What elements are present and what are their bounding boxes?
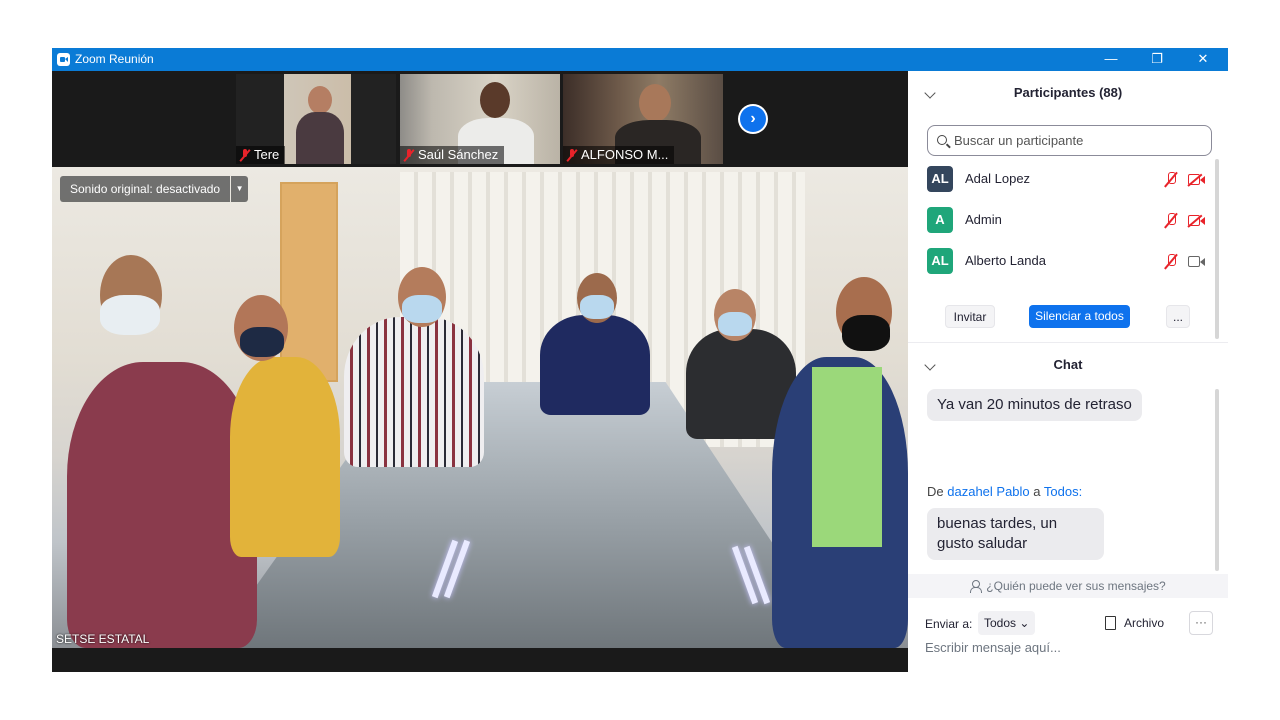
video-off-icon[interactable]	[1187, 214, 1205, 228]
participant-row[interactable]: A Admin	[927, 207, 1212, 233]
restore-button[interactable]: ❐	[1134, 48, 1180, 71]
invite-button[interactable]: Invitar	[945, 305, 995, 328]
search-icon	[937, 135, 947, 145]
chat-sender-line: De dazahel Pablo a Todos:	[927, 484, 1082, 499]
participant-body	[296, 112, 344, 164]
thumbnail-name: Saúl Sánchez	[400, 146, 505, 164]
window-title: Zoom Reunión	[75, 52, 154, 66]
chat-more-button[interactable]: ···	[1189, 611, 1213, 635]
thumbnail-name: Tere	[236, 146, 286, 164]
recipient-link[interactable]: Todos:	[1044, 484, 1082, 499]
participant-face	[308, 86, 332, 114]
video-on-icon[interactable]	[1188, 256, 1205, 268]
more-options-button[interactable]: ...	[1166, 305, 1190, 328]
thumbnail-name-text: Tere	[254, 147, 280, 162]
person	[67, 362, 257, 648]
participant-search-input[interactable]: Buscar un participante	[927, 125, 1212, 156]
chat-scrollbar[interactable]	[1215, 389, 1219, 571]
door	[280, 182, 338, 382]
send-row: Enviar a: Todos ⌄ Archivo ···	[925, 611, 1215, 635]
speaker-name-label: SETSE ESTATAL	[56, 632, 150, 646]
face-mask	[718, 312, 752, 336]
mic-muted-icon	[404, 149, 414, 161]
face-mask	[402, 295, 442, 323]
file-button[interactable]: Archivo	[1105, 611, 1164, 635]
file-label: Archivo	[1124, 616, 1165, 630]
mic-muted-icon[interactable]	[1164, 254, 1178, 270]
chevron-right-icon: ›	[740, 106, 766, 132]
participants-header: Participantes (88)	[1013, 85, 1123, 100]
side-panel: Participantes (88) Buscar un participant…	[908, 71, 1228, 672]
face-mask	[580, 295, 614, 319]
face-mask	[100, 295, 160, 335]
mute-all-button[interactable]: Silenciar a todos	[1029, 305, 1130, 328]
participant-name: Admin	[965, 212, 1002, 227]
visibility-text: ¿Quién puede ver sus mensajes?	[986, 579, 1166, 593]
video-bottom-bar	[52, 648, 908, 672]
face-mask	[842, 315, 890, 351]
video-thumbnail[interactable]: Saúl Sánchez	[400, 74, 560, 164]
mic-muted-icon	[240, 149, 250, 161]
close-button[interactable]: ✕	[1180, 48, 1226, 71]
sender-name-link[interactable]: dazahel Pablo	[947, 484, 1029, 499]
chat-message: buenas tardes, un gusto saludar	[927, 508, 1104, 560]
thumbnail-name-text: ALFONSO M...	[581, 147, 669, 162]
person-info-icon	[970, 580, 983, 593]
from-prefix: De	[927, 484, 944, 499]
file-icon	[1105, 616, 1116, 630]
mic-muted-icon	[567, 149, 577, 161]
participant-face	[480, 82, 510, 118]
avatar: AL	[927, 166, 953, 192]
person	[230, 357, 340, 557]
participant-row[interactable]: AL Adal Lopez	[927, 166, 1212, 192]
title-bar: Zoom Reunión — ❐ ✕	[52, 48, 1228, 71]
participant-row[interactable]: AL Alberto Landa	[927, 248, 1212, 274]
avatar: A	[927, 207, 953, 233]
to-prefix: a	[1033, 484, 1041, 499]
thumbnail-name-text: Saúl Sánchez	[418, 147, 499, 162]
mic-muted-icon[interactable]	[1164, 213, 1178, 229]
participant-face	[639, 84, 671, 122]
send-to-label: Enviar a:	[925, 617, 973, 631]
video-area: Tere Saúl Sánchez ALFONSO M... › Sonido …	[52, 71, 908, 672]
chat-header: Chat	[1053, 357, 1083, 372]
shirt	[812, 367, 882, 547]
chat-message-input[interactable]: Escribir mensaje aquí...	[925, 640, 1061, 655]
recipient-select[interactable]: Todos ⌄	[978, 611, 1036, 635]
original-sound-label[interactable]: Sonido original: desactivado	[60, 176, 231, 202]
chat-message: Ya van 20 minutos de retraso	[927, 389, 1142, 421]
mic-muted-icon[interactable]	[1164, 172, 1178, 188]
message-visibility-info[interactable]: ¿Quién puede ver sus mensajes?	[908, 574, 1228, 598]
video-off-icon[interactable]	[1187, 173, 1205, 187]
avatar: AL	[927, 248, 953, 274]
recipient-value: Todos	[984, 616, 1017, 630]
original-sound-toggle[interactable]: Sonido original: desactivado ▼	[60, 176, 249, 202]
next-page-button[interactable]: ›	[738, 104, 768, 134]
video-thumbnail[interactable]: ALFONSO M...	[563, 74, 723, 164]
chevron-down-icon: ⌄	[1019, 616, 1030, 630]
face-mask	[240, 327, 284, 357]
thumbnail-name: ALFONSO M...	[563, 146, 675, 164]
chevron-down-icon[interactable]: ▼	[231, 176, 249, 202]
video-thumbnail[interactable]: Tere	[236, 74, 396, 164]
active-speaker-video[interactable]: Sonido original: desactivado ▼ SETSE EST…	[52, 167, 908, 648]
minimize-button[interactable]: —	[1088, 48, 1134, 71]
zoom-window: Zoom Reunión — ❐ ✕ Tere Saúl Sánchez ALF…	[52, 48, 1228, 672]
search-placeholder: Buscar un participante	[954, 133, 1084, 148]
divider	[908, 342, 1228, 343]
person	[540, 315, 650, 415]
person	[344, 317, 484, 467]
participant-name: Adal Lopez	[965, 171, 1031, 186]
participants-scrollbar[interactable]	[1215, 159, 1219, 339]
thumbnail-strip: Tere Saúl Sánchez ALFONSO M... ›	[52, 71, 908, 167]
zoom-app-icon	[57, 53, 70, 66]
participant-name: Alberto Landa	[965, 253, 1046, 268]
